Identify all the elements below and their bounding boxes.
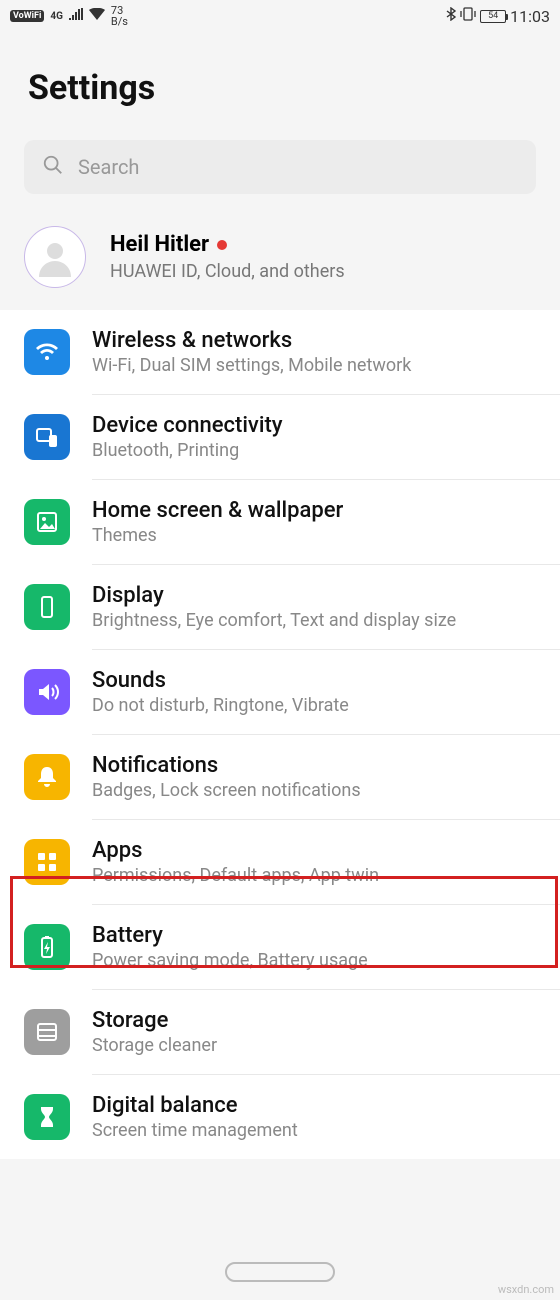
account-row[interactable]: Heil Hitler HUAWEI ID, Cloud, and others <box>0 208 560 310</box>
wifi-icon <box>89 8 105 24</box>
search-placeholder: Search <box>78 155 139 179</box>
display-icon <box>24 584 70 630</box>
settings-list: Wireless & networks Wi-Fi, Dual SIM sett… <box>0 310 560 1159</box>
hourglass-icon <box>24 1094 70 1140</box>
item-sounds[interactable]: Sounds Do not disturb, Ringtone, Vibrate <box>0 650 560 734</box>
item-sub: Power saving mode, Battery usage <box>92 950 536 971</box>
item-storage[interactable]: Storage Storage cleaner <box>0 990 560 1074</box>
item-sub: Do not disturb, Ringtone, Vibrate <box>92 695 536 716</box>
account-text: Heil Hitler HUAWEI ID, Cloud, and others <box>110 232 345 282</box>
item-connectivity[interactable]: Device connectivity Bluetooth, Printing <box>0 395 560 479</box>
item-sub: Themes <box>92 525 536 546</box>
item-title: Sounds <box>92 668 536 693</box>
vibrate-icon <box>460 7 476 25</box>
item-sub: Screen time management <box>92 1120 536 1141</box>
wifi-icon <box>24 329 70 375</box>
item-title: Battery <box>92 923 536 948</box>
sound-icon <box>24 669 70 715</box>
status-bar: VoWiFi 4G 73 B/s 54 11:03 <box>0 0 560 32</box>
bluetooth-icon <box>446 7 456 25</box>
item-title: Home screen & wallpaper <box>92 498 536 523</box>
item-home-wallpaper[interactable]: Home screen & wallpaper Themes <box>0 480 560 564</box>
signal-icon <box>69 8 83 24</box>
item-notifications[interactable]: Notifications Badges, Lock screen notifi… <box>0 735 560 819</box>
battery-icon <box>24 924 70 970</box>
wallpaper-icon <box>24 499 70 545</box>
search-icon <box>42 154 64 180</box>
item-apps[interactable]: Apps Permissions, Default apps, App twin <box>0 820 560 904</box>
item-title: Digital balance <box>92 1093 536 1118</box>
account-name: Heil Hitler <box>110 232 209 257</box>
watermark: wsxdn.com <box>498 1283 554 1296</box>
nav-pill[interactable] <box>225 1262 335 1282</box>
search-bar[interactable]: Search <box>24 140 536 194</box>
battery-indicator: 54 <box>480 10 506 23</box>
network-type: 4G <box>50 11 63 22</box>
page-title: Settings <box>28 68 532 108</box>
item-digital-balance[interactable]: Digital balance Screen time management <box>0 1075 560 1159</box>
notification-dot-icon <box>217 240 227 250</box>
data-speed: 73 B/s <box>111 5 128 27</box>
item-title: Notifications <box>92 753 536 778</box>
item-title: Apps <box>92 838 536 863</box>
item-battery[interactable]: Battery Power saving mode, Battery usage <box>0 905 560 989</box>
item-sub: Wi-Fi, Dual SIM settings, Mobile network <box>92 355 536 376</box>
item-sub: Permissions, Default apps, App twin <box>92 865 536 886</box>
account-sub: HUAWEI ID, Cloud, and others <box>110 261 345 282</box>
item-title: Display <box>92 583 536 608</box>
item-sub: Badges, Lock screen notifications <box>92 780 536 801</box>
item-display[interactable]: Display Brightness, Eye comfort, Text an… <box>0 565 560 649</box>
clock: 11:03 <box>510 7 550 26</box>
status-right: 54 11:03 <box>446 7 550 26</box>
item-title: Wireless & networks <box>92 328 536 353</box>
item-sub: Bluetooth, Printing <box>92 440 536 461</box>
item-title: Device connectivity <box>92 413 536 438</box>
avatar <box>24 226 86 288</box>
item-wireless[interactable]: Wireless & networks Wi-Fi, Dual SIM sett… <box>0 310 560 394</box>
storage-icon <box>24 1009 70 1055</box>
page-header: Settings <box>0 32 560 132</box>
item-title: Storage <box>92 1008 536 1033</box>
status-left: VoWiFi 4G 73 B/s <box>10 5 128 27</box>
bell-icon <box>24 754 70 800</box>
connect-icon <box>24 414 70 460</box>
apps-icon <box>24 839 70 885</box>
vowifi-badge: VoWiFi <box>10 10 44 22</box>
item-sub: Brightness, Eye comfort, Text and displa… <box>92 610 536 631</box>
item-sub: Storage cleaner <box>92 1035 536 1056</box>
